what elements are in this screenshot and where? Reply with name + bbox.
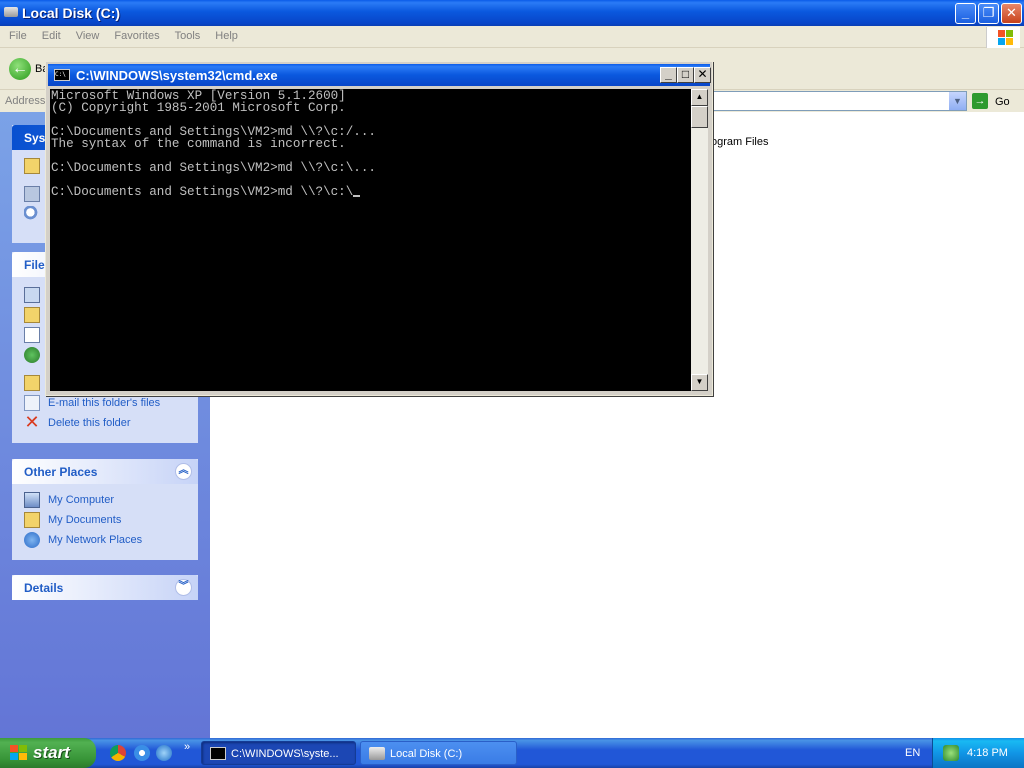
console-prompt-line[interactable]: C:\Documents and Settings\VM2>md \\?\c:\ xyxy=(51,186,691,198)
console-line: The syntax of the command is incorrect. xyxy=(51,137,346,151)
delete-icon: ✕ xyxy=(24,412,40,432)
restore-button[interactable]: ❐ xyxy=(978,3,999,24)
share-folder-icon xyxy=(24,375,40,391)
cmd-window: C:\ C:\WINDOWS\system32\cmd.exe _ □ ✕ Mi… xyxy=(45,61,713,396)
go-arrow-icon[interactable]: → xyxy=(972,93,988,109)
quick-launch-more-icon[interactable]: » xyxy=(184,741,190,753)
details-panel: Details ︾ xyxy=(12,575,198,600)
drive-icon xyxy=(4,7,18,17)
folder-item-program-files[interactable]: ogram Files xyxy=(711,136,768,148)
scroll-thumb[interactable] xyxy=(691,106,708,128)
other-place-my-documents[interactable]: My Documents xyxy=(12,510,198,530)
quick-launch-icon[interactable] xyxy=(156,745,172,761)
console-line: C:\Documents and Settings\VM2>md \\?\c:\… xyxy=(51,161,376,175)
my-documents-icon xyxy=(24,512,40,528)
cmd-minimize-button[interactable]: _ xyxy=(660,67,677,83)
details-header[interactable]: Details ︾ xyxy=(12,575,198,600)
network-places-icon xyxy=(24,532,40,548)
cmd-close-button[interactable]: ✕ xyxy=(694,67,711,83)
collapse-chevron-icon[interactable]: ︽ xyxy=(175,463,192,480)
cmd-scrollbar[interactable]: ▲ ▼ xyxy=(691,89,708,391)
language-indicator[interactable]: EN xyxy=(905,747,920,759)
taskbar: start » C:\WINDOWS\syste... Local Disk (… xyxy=(0,738,1024,768)
menu-view[interactable]: View xyxy=(67,26,106,42)
task-button-explorer[interactable]: Local Disk (C:) xyxy=(360,741,517,765)
file-task-delete[interactable]: ✕ Delete this folder xyxy=(12,413,198,433)
menu-edit[interactable]: Edit xyxy=(33,26,67,42)
address-dropdown-icon[interactable]: ▼ xyxy=(949,92,966,110)
menu-tools[interactable]: Tools xyxy=(166,26,207,42)
window-title: Local Disk (C:) xyxy=(22,5,121,21)
address-label: Address xyxy=(5,95,46,107)
console-prompt: C:\Documents and Settings\VM2>md \\?\c:\ xyxy=(51,185,354,199)
cmd-title: C:\WINDOWS\system32\cmd.exe xyxy=(76,68,278,83)
rename-icon xyxy=(24,287,40,303)
properties-icon xyxy=(24,186,40,202)
windows-logo-icon xyxy=(986,27,1020,48)
move-icon xyxy=(24,307,40,323)
task-button-cmd[interactable]: C:\WINDOWS\syste... xyxy=(201,741,356,765)
text-cursor xyxy=(353,195,361,197)
back-arrow-icon[interactable]: ← xyxy=(9,58,31,80)
email-icon xyxy=(24,395,40,411)
close-button[interactable]: ✕ xyxy=(1001,3,1022,24)
my-computer-icon xyxy=(24,492,40,508)
copy-icon xyxy=(24,327,40,343)
cmd-app-icon: C:\ xyxy=(54,69,70,81)
folder-view-icon xyxy=(24,158,40,174)
internet-explorer-icon[interactable] xyxy=(134,745,150,761)
scroll-up-icon[interactable]: ▲ xyxy=(691,89,708,106)
console-line: (C) Copyright 1985-2001 Microsoft Corp. xyxy=(51,101,346,115)
go-button-label[interactable]: Go xyxy=(995,96,1010,108)
menu-favorites[interactable]: Favorites xyxy=(105,26,165,42)
network-tray-icon[interactable] xyxy=(943,745,959,761)
file-task-email[interactable]: E-mail this folder's files xyxy=(12,393,198,413)
menu-file[interactable]: File xyxy=(0,26,33,42)
minimize-button[interactable]: _ xyxy=(955,3,976,24)
other-places-header[interactable]: Other Places ︽ xyxy=(12,459,198,484)
cmd-task-icon xyxy=(210,747,226,760)
cmd-maximize-button[interactable]: □ xyxy=(677,67,694,83)
chrome-icon[interactable] xyxy=(110,745,126,761)
search-icon xyxy=(24,206,40,222)
menu-bar: File Edit View Favorites Tools Help xyxy=(0,26,1024,48)
system-tray: 4:18 PM xyxy=(932,738,1024,768)
drive-task-icon xyxy=(369,747,385,760)
start-button[interactable]: start xyxy=(0,738,96,768)
clock[interactable]: 4:18 PM xyxy=(967,747,1008,759)
address-input[interactable]: ▼ xyxy=(700,91,967,111)
expand-chevron-icon[interactable]: ︾ xyxy=(175,579,192,596)
cmd-titlebar[interactable]: C:\ C:\WINDOWS\system32\cmd.exe _ □ ✕ xyxy=(48,64,711,86)
publish-web-icon xyxy=(24,347,40,363)
other-places-panel: Other Places ︽ My Computer My Documents … xyxy=(12,459,198,560)
menu-help[interactable]: Help xyxy=(206,26,244,42)
explorer-titlebar[interactable]: Local Disk (C:) _ ❐ ✕ xyxy=(0,0,1024,26)
scroll-down-icon[interactable]: ▼ xyxy=(691,374,708,391)
other-place-network[interactable]: My Network Places xyxy=(12,530,198,550)
other-place-my-computer[interactable]: My Computer xyxy=(12,490,198,510)
console-output[interactable]: Microsoft Windows XP [Version 5.1.2600] … xyxy=(50,89,691,391)
windows-flag-icon xyxy=(10,745,28,761)
